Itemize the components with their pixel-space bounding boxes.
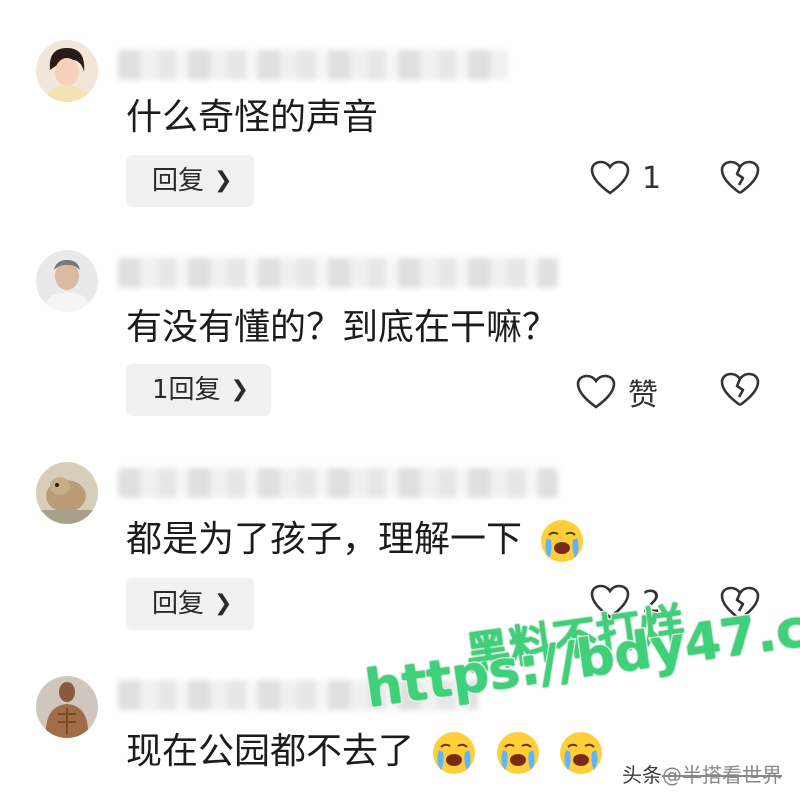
comment-text: 有没有懂的？到底在干嘛？ xyxy=(126,307,559,348)
avatar[interactable] xyxy=(36,40,98,102)
blurred-username xyxy=(118,50,508,80)
broken-heart-icon xyxy=(720,372,760,407)
crying-emoji-icon xyxy=(560,732,603,774)
heart-icon xyxy=(590,160,630,195)
like-button[interactable]: 赞 xyxy=(576,370,658,414)
broken-heart-icon xyxy=(720,160,760,195)
comment-text-content: 现在公园都不去了 xyxy=(126,731,415,772)
reply-label: 回复 xyxy=(152,166,205,196)
comment-text: 现在公园都不去了 xyxy=(126,730,604,776)
chevron-right-icon: ❯ xyxy=(214,168,233,193)
source-handle: @半搭看世界 xyxy=(662,763,782,787)
reply-label: 1回复 xyxy=(152,375,221,405)
crying-emoji-icon xyxy=(496,732,539,774)
comment-text: 什么奇怪的声音 xyxy=(126,97,379,138)
like-count: 1 xyxy=(642,160,662,196)
dislike-button[interactable] xyxy=(720,160,760,200)
reply-label: 回复 xyxy=(152,589,205,619)
crying-emoji-icon xyxy=(541,520,584,562)
comment-text-content: 都是为了孩子，理解一下 xyxy=(126,519,523,560)
source-prefix: 头条 xyxy=(622,763,662,787)
avatar[interactable] xyxy=(36,462,98,524)
chevron-right-icon: ❯ xyxy=(214,591,233,616)
chevron-right-icon: ❯ xyxy=(230,377,249,402)
blurred-username xyxy=(118,258,558,288)
comment-text: 都是为了孩子，理解一下 xyxy=(126,518,585,564)
crying-emoji-icon xyxy=(433,732,476,774)
like-button[interactable]: 1 xyxy=(590,160,661,196)
avatar[interactable] xyxy=(36,676,98,738)
heart-icon xyxy=(576,374,616,409)
reply-button[interactable]: 1回复 ❯ xyxy=(126,364,271,416)
blurred-username xyxy=(118,468,558,498)
source-watermark: 头条@半搭看世界 xyxy=(622,759,782,788)
like-label: 赞 xyxy=(628,378,658,413)
reply-button[interactable]: 回复 ❯ xyxy=(126,155,255,207)
avatar[interactable] xyxy=(36,250,98,312)
reply-button[interactable]: 回复 ❯ xyxy=(126,578,255,630)
dislike-button[interactable] xyxy=(720,372,760,412)
